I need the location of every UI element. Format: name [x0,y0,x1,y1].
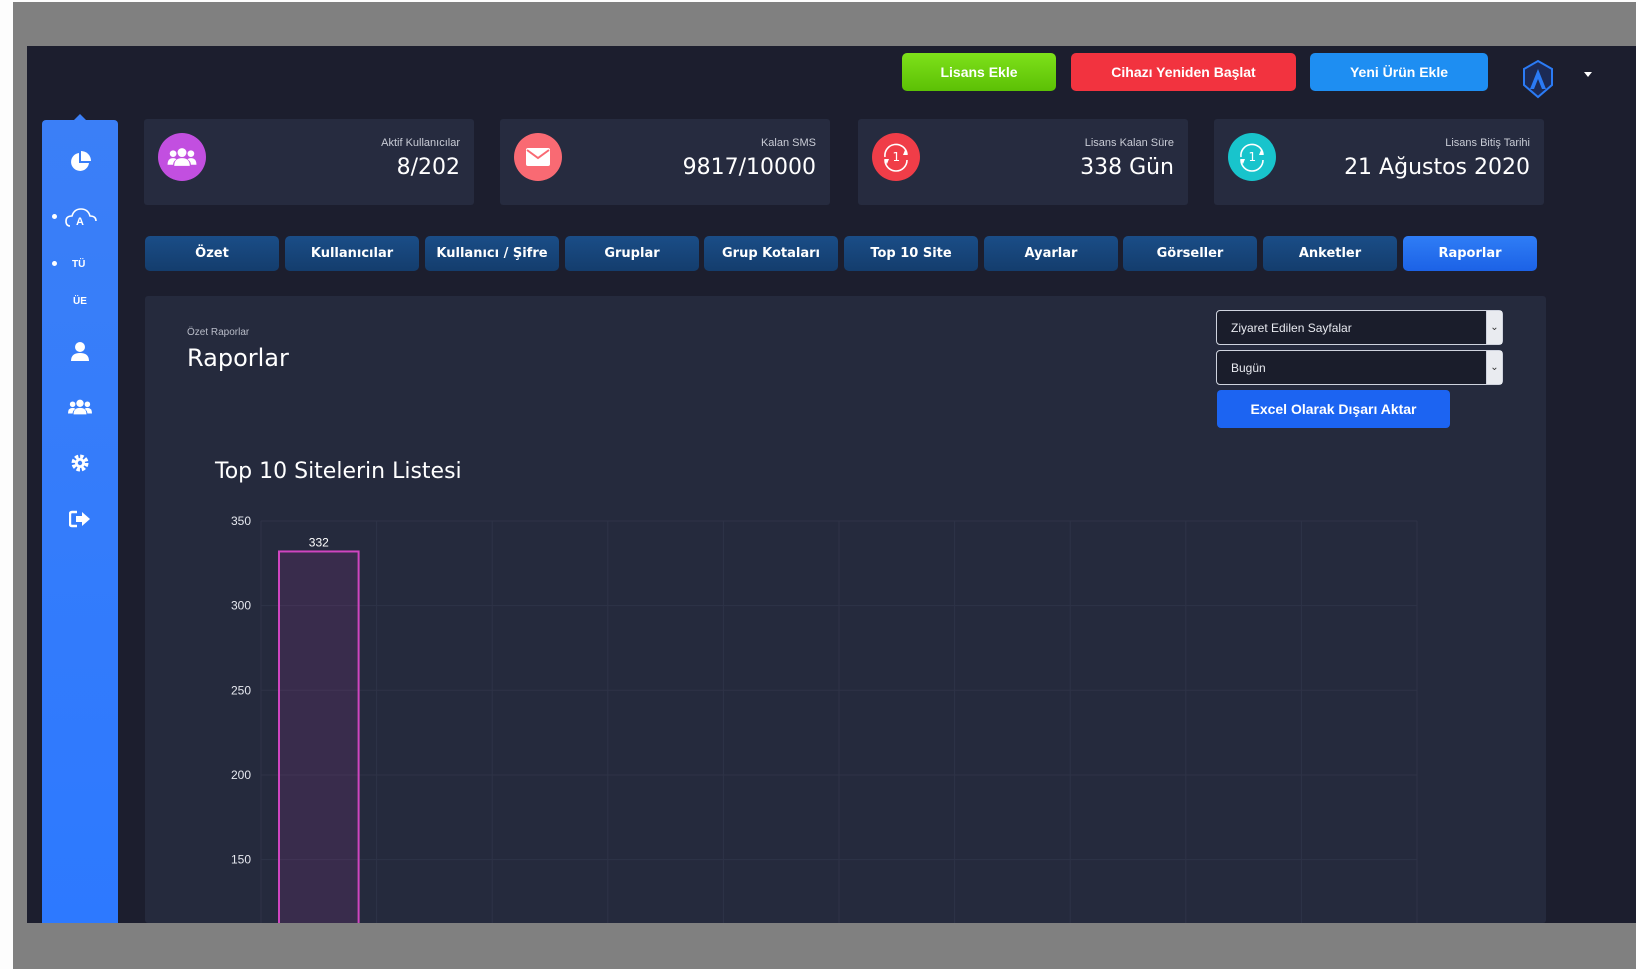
stat-value: 9817/10000 [682,155,816,180]
svg-text:1: 1 [893,150,901,164]
group-icon[interactable] [68,395,92,419]
logout-icon[interactable] [68,507,92,531]
svg-text:A: A [76,216,84,228]
stat-card-active-users: Aktif Kullanıcılar 8/202 [144,119,474,205]
tab-gorseller[interactable]: Görseller [1123,236,1257,271]
y-tick-label: 150 [231,853,251,867]
tab-ayarlar[interactable]: Ayarlar [984,236,1118,271]
tab-top-10-site[interactable]: Top 10 Site [844,236,978,271]
language-cloud-icon[interactable]: A [64,206,98,230]
add-product-button[interactable]: Yeni Ürün Ekle [1310,53,1488,91]
brand-logo-icon[interactable] [1521,59,1555,99]
tab-grup-kotalari[interactable]: Grup Kotaları [704,236,838,271]
app-window: Lisans Ekle Cihazı Yeniden Başlat Yeni Ü… [27,46,1636,923]
stat-label: Aktif Kullanıcılar [381,137,460,149]
stat-label: Lisans Kalan Süre [1084,137,1174,149]
users-icon [158,133,206,181]
tab-raporlar[interactable]: Raporlar [1403,236,1537,271]
stat-label: Lisans Bitiş Tarihi [1445,137,1530,149]
bar-data-label: 332 [309,535,329,549]
stat-value: 21 Ağustos 2020 [1344,155,1530,180]
add-license-button[interactable]: Lisans Ekle [902,53,1056,91]
y-tick-label: 350 [231,514,251,528]
envelope-icon [514,133,562,181]
stat-value: 8/202 [396,155,460,180]
stat-label: Kalan SMS [760,137,816,149]
reports-panel: Özet Raporlar Raporlar Ziyaret Edilen Sa… [145,296,1546,923]
tab-anketler[interactable]: Anketler [1263,236,1397,271]
tab-gruplar[interactable]: Gruplar [565,236,699,271]
stat-value: 338 Gün [1080,155,1174,180]
y-tick-label: 300 [231,599,251,613]
gear-icon[interactable] [68,451,92,475]
user-icon[interactable] [68,339,92,363]
pie-chart-icon[interactable] [68,150,92,174]
y-tick-label: 250 [231,683,251,697]
bar [278,550,360,923]
language-bullet-icon [52,214,57,219]
clock-icon: 1 [872,133,920,181]
stat-card-license-remaining: 1 Lisans Kalan Süre 338 Gün [858,119,1188,205]
user-menu-caret-icon[interactable] [1584,72,1592,77]
sidebar: A TÜ ÜE [42,120,118,923]
stat-card-license-expiry: 1 Lisans Bitiş Tarihi 21 Ağustos 2020 [1214,119,1544,205]
language-bullet-icon [52,261,57,266]
stat-card-remaining-sms: Kalan SMS 9817/10000 [500,119,830,205]
tab-kullanici-sifre[interactable]: Kullanıcı / Şifre [425,236,559,271]
language-option-tr[interactable]: TÜ [72,259,85,270]
tab-kullanicilar[interactable]: Kullanıcılar [285,236,419,271]
svg-text:1: 1 [1249,150,1257,164]
bar-chart: 350 300 250 200 150 332 [231,514,1418,923]
tab-ozet[interactable]: Özet [145,236,279,271]
y-tick-label: 200 [231,768,251,782]
clock-icon: 1 [1228,133,1276,181]
restart-device-button[interactable]: Cihazı Yeniden Başlat [1071,53,1296,91]
language-option-other[interactable]: ÜE [73,296,87,307]
